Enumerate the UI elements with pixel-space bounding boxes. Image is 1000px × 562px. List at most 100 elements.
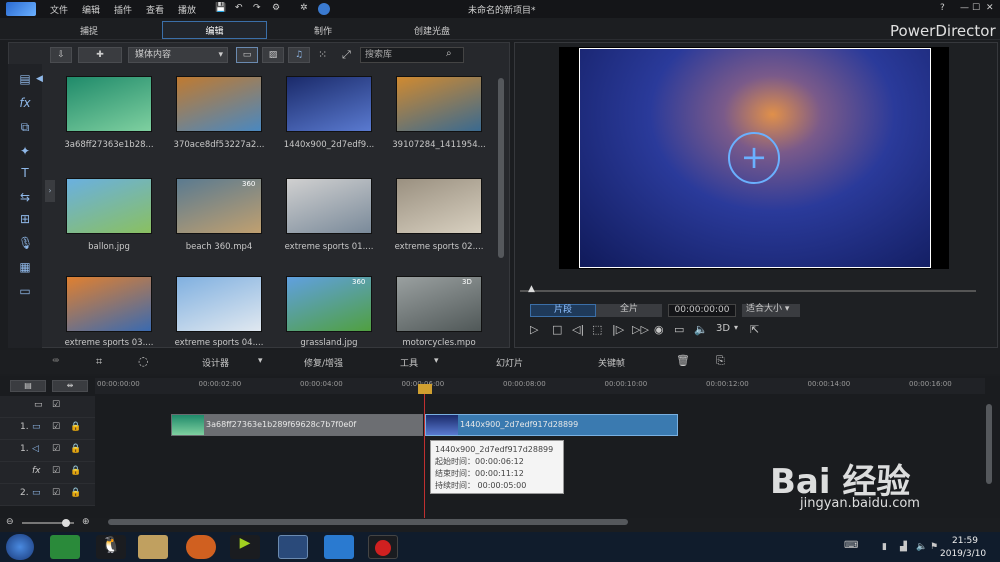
- start-button-icon[interactable]: [6, 534, 34, 560]
- add-icon[interactable]: +: [728, 132, 780, 184]
- fit-dropdown[interactable]: 适合大小 ▾: [742, 304, 800, 317]
- media-thumbnail[interactable]: [66, 276, 152, 332]
- folder-icon[interactable]: [138, 535, 168, 559]
- clip-mode-button[interactable]: 片段: [530, 304, 596, 317]
- 3d-dropdown-icon[interactable]: ▾: [734, 323, 738, 332]
- resize-icon[interactable]: ⤢: [342, 48, 351, 62]
- lock-icon[interactable]: 🔒: [70, 488, 81, 498]
- transition-room-icon[interactable]: ⇆: [18, 190, 32, 204]
- track-manager-icon[interactable]: ▤: [10, 380, 46, 392]
- snapshot-icon[interactable]: ◉: [654, 323, 664, 336]
- menu-view[interactable]: 查看: [146, 3, 164, 16]
- timer-icon[interactable]: ◌: [138, 354, 148, 368]
- media-thumbnail[interactable]: [396, 178, 482, 234]
- redo-icon[interactable]: ↷: [253, 3, 261, 13]
- prev-frame-icon[interactable]: ◁|: [572, 323, 584, 336]
- expand-panel-button[interactable]: ›: [45, 180, 55, 202]
- pip-room-icon[interactable]: ⧉: [18, 120, 32, 134]
- library-scrollbar[interactable]: [498, 78, 504, 258]
- speaker-icon[interactable]: 🔈: [916, 542, 927, 552]
- microphone-icon[interactable]: 🎙: [18, 236, 33, 250]
- keyframe-button[interactable]: 关键帧: [598, 356, 625, 369]
- master-checkbox[interactable]: ☑: [52, 400, 60, 410]
- scrubber-handle-icon[interactable]: ▲: [528, 284, 535, 294]
- fix-enhance-button[interactable]: 修复/增强: [304, 356, 343, 369]
- timeline-clip-a[interactable]: 3a68ff27363e1b289f69628c7b7f0e0f: [171, 414, 423, 436]
- powerdirector-taskbar-icon[interactable]: [278, 535, 308, 559]
- settings-icon[interactable]: ⚙: [272, 3, 280, 13]
- stop-icon[interactable]: □: [552, 323, 562, 336]
- minimize-button[interactable]: —: [960, 3, 969, 13]
- library-filter-dropdown[interactable]: 媒体内容 ▾: [128, 47, 228, 63]
- zoom-slider-handle[interactable]: [62, 519, 70, 527]
- media-thumbnail[interactable]: [286, 178, 372, 234]
- lock-icon[interactable]: 🔒: [70, 444, 81, 454]
- timeline-clip-b[interactable]: 1440x900_2d7edf917d28899: [425, 414, 678, 436]
- search-icon[interactable]: ⌕: [446, 48, 452, 59]
- timeline-vscroll[interactable]: [986, 404, 992, 484]
- player-icon[interactable]: [324, 535, 354, 559]
- undo-icon[interactable]: ↶: [235, 3, 243, 13]
- undock-icon[interactable]: ⇱: [750, 323, 759, 336]
- tab-disc[interactable]: 创建光盘: [414, 24, 450, 37]
- video-filter-icon[interactable]: ▭: [236, 47, 258, 63]
- record-icon[interactable]: [368, 535, 398, 559]
- zoom-out-icon[interactable]: ⊖: [6, 517, 14, 527]
- mark-icon[interactable]: ⬚: [592, 323, 602, 336]
- export-icon[interactable]: ⎘: [716, 354, 725, 368]
- keyboard-icon[interactable]: ⌨: [844, 540, 858, 551]
- import-media-button[interactable]: ⇩: [50, 47, 72, 63]
- slideshow-button[interactable]: 幻灯片: [496, 356, 523, 369]
- media-thumbnail[interactable]: [66, 76, 152, 132]
- zoom-in-icon[interactable]: ⊕: [82, 517, 90, 527]
- video-1-checkbox[interactable]: ☑: [52, 422, 60, 432]
- chevron-down-icon[interactable]: ▾: [258, 356, 263, 366]
- tab-produce[interactable]: 制作: [314, 24, 332, 37]
- browser-360-icon[interactable]: [50, 535, 80, 559]
- tab-edit[interactable]: 编辑: [162, 21, 267, 39]
- volume-icon[interactable]: 🔈: [694, 323, 708, 336]
- media-thumbnail[interactable]: [396, 76, 482, 132]
- trash-icon[interactable]: 🗑: [676, 354, 690, 367]
- grid-view-icon[interactable]: ⁙: [318, 48, 327, 61]
- fx-room-icon[interactable]: fx: [18, 96, 32, 110]
- maximize-button[interactable]: ☐: [972, 3, 980, 13]
- tab-capture[interactable]: 捕捉: [80, 24, 98, 37]
- gear-icon[interactable]: ✲: [300, 3, 308, 13]
- flag-icon[interactable]: ⚑: [930, 542, 938, 552]
- particle-room-icon[interactable]: ✦: [18, 144, 32, 158]
- menu-edit[interactable]: 编辑: [82, 3, 100, 16]
- timeline-hscroll[interactable]: [108, 519, 628, 525]
- account-icon[interactable]: [318, 3, 330, 15]
- subtitle-room-icon[interactable]: ▦: [18, 260, 32, 274]
- editor-icon[interactable]: ▶: [230, 535, 260, 559]
- image-filter-icon[interactable]: ▨: [262, 47, 284, 63]
- network-icon[interactable]: ▟: [900, 542, 907, 552]
- play-icon[interactable]: ▷: [530, 323, 538, 336]
- crop-icon[interactable]: ⌗: [96, 355, 102, 369]
- fit-timeline-icon[interactable]: ⇹: [52, 380, 88, 392]
- menu-file[interactable]: 文件: [50, 3, 68, 16]
- media-thumbnail[interactable]: [176, 276, 262, 332]
- qq-icon[interactable]: 🐧: [96, 535, 126, 559]
- usb-icon[interactable]: ▮: [882, 542, 887, 552]
- music-filter-icon[interactable]: ♫: [288, 47, 310, 63]
- fx-checkbox[interactable]: ☑: [52, 466, 60, 476]
- fast-forward-icon[interactable]: ▷▷: [632, 323, 649, 336]
- media-thumbnail[interactable]: [66, 178, 152, 234]
- split-icon[interactable]: ⇼: [52, 356, 60, 366]
- chapter-room-icon[interactable]: ▭: [18, 284, 32, 298]
- chevron-down-icon[interactable]: ▾: [434, 356, 439, 366]
- full-mode-button[interactable]: 全片: [596, 304, 662, 317]
- 3d-mode-button[interactable]: 3D: [716, 323, 730, 334]
- title-room-icon[interactable]: T: [18, 166, 32, 180]
- timecode-display[interactable]: 00:00:00:00: [668, 304, 736, 317]
- playhead-marker-icon[interactable]: [418, 384, 432, 394]
- media-thumbnail[interactable]: [176, 76, 262, 132]
- media-room-icon[interactable]: ▤: [18, 72, 32, 86]
- audio-1-checkbox[interactable]: ☑: [52, 444, 60, 454]
- help-button[interactable]: ?: [940, 3, 945, 13]
- expand-arrow-icon[interactable]: ◀: [36, 74, 43, 84]
- media-thumbnail[interactable]: [286, 76, 372, 132]
- close-button[interactable]: ✕: [986, 3, 994, 13]
